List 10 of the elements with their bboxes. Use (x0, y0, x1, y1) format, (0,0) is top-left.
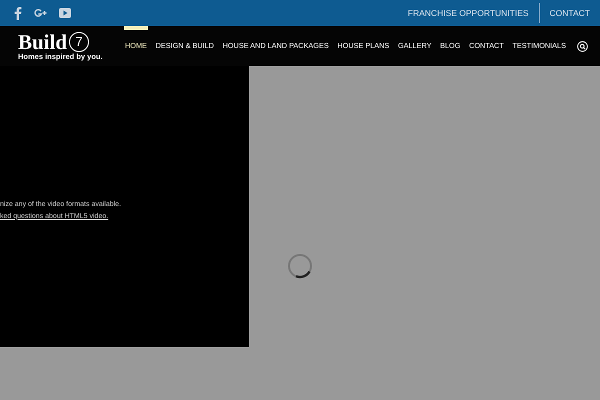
logo-wordmark[interactable]: Build (18, 32, 68, 52)
google-plus-icon[interactable] (34, 8, 47, 18)
logo-number[interactable]: 7 (69, 32, 90, 52)
video-play-icon[interactable] (59, 8, 71, 18)
search-icon[interactable] (577, 40, 588, 52)
top-link[interactable]: FRANCHISE OPPORTUNITIES (398, 3, 539, 23)
top-link[interactable]: CONTACT (538, 3, 600, 23)
facebook-icon[interactable] (14, 6, 22, 20)
active-indicator (124, 26, 148, 30)
loading-spinner-icon (287, 253, 313, 279)
